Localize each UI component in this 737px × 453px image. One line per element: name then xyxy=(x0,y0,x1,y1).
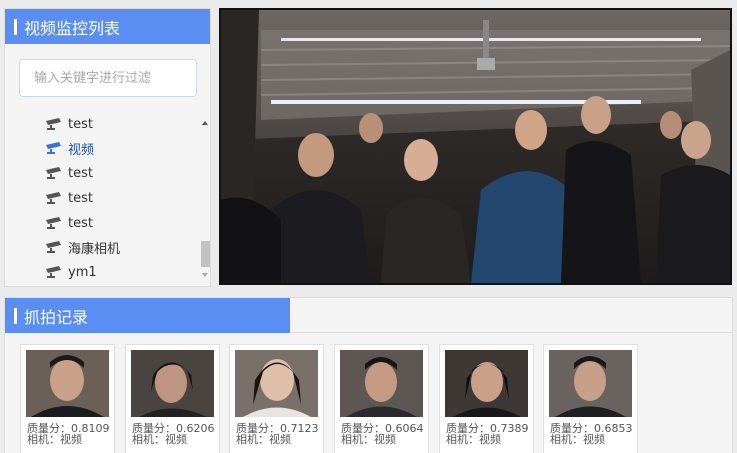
camera-icon xyxy=(46,266,61,278)
header-accent-bar xyxy=(14,18,17,35)
face-thumbnail xyxy=(26,350,109,417)
device-item-test-1[interactable]: test xyxy=(45,112,93,136)
camera-name: 相机：视频 xyxy=(27,433,82,446)
face-thumbnail xyxy=(131,350,214,417)
device-item-label: test xyxy=(68,165,93,181)
capture-card[interactable]: 质量分：0.6206 相机：视频 xyxy=(125,344,220,453)
camera-name: 相机：视频 xyxy=(446,433,501,446)
device-item-label: test xyxy=(68,116,93,132)
capture-card[interactable]: 质量分：0.6064 相机：视频 xyxy=(334,344,429,453)
capture-records-title: 抓拍记录 xyxy=(24,307,89,327)
header-divider xyxy=(290,332,733,333)
face-thumbnail xyxy=(549,350,632,417)
device-tree: test 视频 test test test 海康相机 ym1 xyxy=(5,105,210,284)
camera-icon xyxy=(46,142,61,154)
capture-card[interactable]: 质量分：0.8109 相机：视频 xyxy=(20,344,115,453)
scrollbar-thumb[interactable] xyxy=(201,241,210,267)
camera-icon xyxy=(46,241,61,253)
face-thumbnail xyxy=(445,350,528,417)
camera-icon xyxy=(46,217,61,229)
device-filter-input[interactable] xyxy=(19,59,197,97)
device-item-label: ym1 xyxy=(68,264,97,280)
device-list-header: 视频监控列表 xyxy=(5,9,210,44)
device-item-test-4[interactable]: test xyxy=(45,211,93,235)
device-item-hikvision[interactable]: 海康相机 xyxy=(45,235,120,259)
camera-icon xyxy=(46,118,61,130)
face-thumbnail xyxy=(340,350,423,417)
camera-icon xyxy=(46,167,61,179)
capture-card[interactable]: 质量分：0.7123 相机：视频 xyxy=(229,344,324,453)
device-item-label: test xyxy=(68,215,93,231)
capture-records-panel: 抓拍记录 质量分：0.8109 相机：视频 质量分：0.6206 相机：视频 质… xyxy=(4,297,733,453)
live-video-feed[interactable] xyxy=(219,8,732,285)
device-list-scrollbar[interactable] xyxy=(201,113,210,283)
device-item-test-3[interactable]: test xyxy=(45,186,93,210)
video-frame xyxy=(221,10,730,283)
device-item-ym1[interactable]: ym1 xyxy=(45,260,97,284)
device-item-label: test xyxy=(68,190,93,206)
device-list-panel: 视频监控列表 test 视频 test test test 海康相机 xyxy=(4,8,211,287)
device-item-video[interactable]: 视频 xyxy=(45,136,94,160)
search-wrapper xyxy=(5,44,210,97)
device-item-test-2[interactable]: test xyxy=(45,161,93,185)
camera-name: 相机：视频 xyxy=(550,433,605,446)
camera-name: 相机：视频 xyxy=(132,433,187,446)
device-item-label: 视频 xyxy=(68,142,95,158)
capture-records-header: 抓拍记录 xyxy=(5,298,290,333)
device-item-label: 海康相机 xyxy=(68,241,121,257)
camera-name: 相机：视频 xyxy=(341,433,396,446)
capture-card[interactable]: 质量分：0.7389 相机：视频 xyxy=(439,344,534,453)
camera-name: 相机：视频 xyxy=(236,433,291,446)
scroll-down-arrow-icon[interactable] xyxy=(202,273,208,277)
camera-icon xyxy=(46,192,61,204)
face-thumbnail xyxy=(235,350,318,417)
header-accent-bar xyxy=(14,307,17,324)
device-list-title: 视频监控列表 xyxy=(24,18,121,38)
scroll-up-arrow-icon[interactable] xyxy=(202,121,208,125)
capture-card[interactable]: 质量分：0.6853 相机：视频 xyxy=(543,344,638,453)
